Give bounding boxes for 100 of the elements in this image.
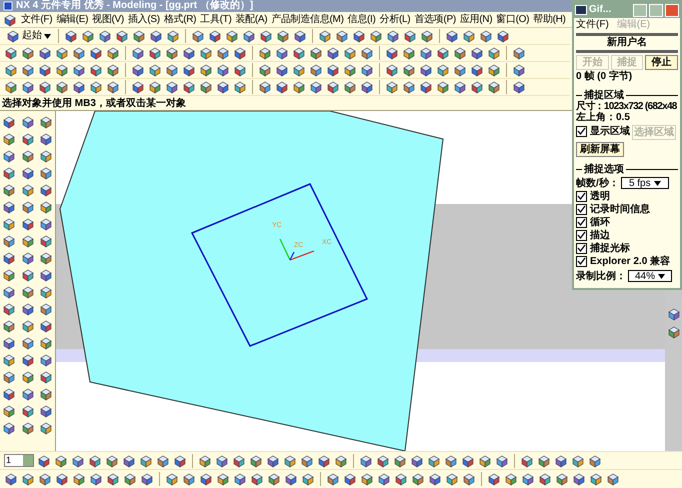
cube-icon[interactable] <box>38 46 52 60</box>
cube-icon[interactable] <box>20 302 34 316</box>
close-button[interactable] <box>665 4 679 16</box>
maximize-button[interactable] <box>649 4 663 16</box>
checkbox[interactable] <box>576 256 587 267</box>
cube-icon[interactable] <box>283 454 297 468</box>
cube-icon[interactable] <box>326 472 340 486</box>
cube-icon[interactable] <box>572 472 586 486</box>
cube-icon[interactable] <box>20 115 34 129</box>
cube-icon[interactable] <box>89 472 103 486</box>
cube-icon[interactable] <box>538 472 552 486</box>
cube-icon[interactable] <box>20 183 34 197</box>
cube-icon[interactable] <box>131 63 145 77</box>
cube-icon[interactable] <box>39 115 54 129</box>
cube-icon[interactable] <box>2 251 16 265</box>
cube-icon[interactable] <box>293 29 307 43</box>
cube-icon[interactable] <box>275 63 289 77</box>
cube-icon[interactable] <box>21 472 35 486</box>
cube-icon[interactable] <box>2 115 16 129</box>
cube-icon[interactable] <box>225 29 239 43</box>
cube-icon[interactable] <box>148 63 162 77</box>
cube-icon[interactable] <box>385 63 399 77</box>
cube-icon[interactable] <box>2 217 16 231</box>
cube-icon[interactable] <box>199 46 213 60</box>
cube-icon[interactable] <box>233 472 247 486</box>
cube-icon[interactable] <box>198 454 212 468</box>
cube-icon[interactable] <box>461 454 475 468</box>
layer-dropdown[interactable]: 1 <box>4 454 34 467</box>
cube-icon[interactable] <box>436 46 450 60</box>
cube-icon[interactable] <box>275 80 289 94</box>
menu-item[interactable]: 文件(F) <box>576 19 609 30</box>
cube-icon[interactable] <box>233 63 247 77</box>
cube-icon[interactable] <box>55 63 69 77</box>
cube-icon[interactable] <box>55 80 69 94</box>
cube-icon[interactable] <box>403 29 417 43</box>
capture-button[interactable]: 停止 <box>645 55 678 70</box>
cube-icon[interactable] <box>39 353 54 367</box>
cube-icon[interactable] <box>232 454 246 468</box>
checkbox[interactable] <box>576 230 587 241</box>
cube-icon[interactable] <box>233 80 247 94</box>
cube-icon[interactable] <box>537 454 551 468</box>
cube-icon[interactable] <box>487 63 501 77</box>
menu-item[interactable]: 装配(A) <box>235 12 268 26</box>
cube-icon[interactable] <box>436 80 450 94</box>
cube-icon[interactable] <box>106 63 120 77</box>
cube-icon[interactable] <box>377 472 391 486</box>
cube-icon[interactable] <box>2 132 16 146</box>
cube-icon[interactable] <box>352 29 366 43</box>
cube-icon[interactable] <box>132 29 146 43</box>
cube-icon[interactable] <box>343 63 357 77</box>
cube-icon[interactable] <box>606 472 620 486</box>
cube-icon[interactable] <box>420 29 434 43</box>
cube-icon[interactable] <box>20 319 34 333</box>
cube-icon[interactable] <box>343 80 357 94</box>
cube-icon[interactable] <box>393 454 407 468</box>
menu-item[interactable]: 插入(S) <box>128 12 160 26</box>
cube-icon[interactable] <box>2 319 16 333</box>
cube-icon[interactable] <box>233 46 247 60</box>
cube-icon[interactable] <box>292 46 306 60</box>
cube-icon[interactable] <box>4 46 18 60</box>
cube-icon[interactable] <box>20 132 34 146</box>
square-sketch[interactable] <box>190 183 368 347</box>
cube-icon[interactable] <box>54 454 68 468</box>
cube-icon[interactable] <box>39 404 54 418</box>
cube-icon[interactable] <box>39 183 54 197</box>
cube-icon[interactable] <box>21 80 35 94</box>
cube-icon[interactable] <box>589 472 603 486</box>
cube-icon[interactable] <box>55 472 69 486</box>
cube-icon[interactable] <box>20 370 34 384</box>
cube-icon[interactable] <box>343 472 357 486</box>
menu-item[interactable]: 编辑(E) <box>56 12 88 26</box>
checkbox[interactable] <box>576 217 587 228</box>
cube-icon[interactable] <box>242 29 256 43</box>
cube-icon[interactable] <box>149 29 163 43</box>
cube-icon[interactable] <box>309 46 323 60</box>
cube-icon[interactable] <box>139 454 153 468</box>
cube-icon[interactable] <box>453 63 467 77</box>
cube-icon[interactable] <box>20 149 34 163</box>
cube-icon[interactable] <box>360 63 374 77</box>
cube-icon[interactable] <box>411 472 425 486</box>
cube-icon[interactable] <box>72 80 86 94</box>
cube-icon[interactable] <box>275 46 289 60</box>
option-checkbox[interactable]: 描边 <box>576 229 610 242</box>
cube-icon[interactable] <box>343 46 357 60</box>
cube-icon[interactable] <box>38 472 52 486</box>
cube-icon[interactable] <box>360 80 374 94</box>
cube-icon[interactable] <box>309 80 323 94</box>
cube-icon[interactable] <box>216 472 230 486</box>
cube-icon[interactable] <box>20 234 34 248</box>
cube-icon[interactable] <box>554 454 568 468</box>
cube-icon[interactable] <box>410 454 424 468</box>
cube-icon[interactable] <box>20 200 34 214</box>
cube-icon[interactable] <box>326 46 340 60</box>
cube-icon[interactable] <box>419 80 433 94</box>
cube-icon[interactable] <box>2 421 16 435</box>
cube-icon[interactable] <box>2 387 16 401</box>
cube-icon[interactable] <box>571 454 585 468</box>
cube-icon[interactable] <box>199 63 213 77</box>
cube-icon[interactable] <box>20 336 34 350</box>
cube-icon[interactable] <box>259 29 273 43</box>
